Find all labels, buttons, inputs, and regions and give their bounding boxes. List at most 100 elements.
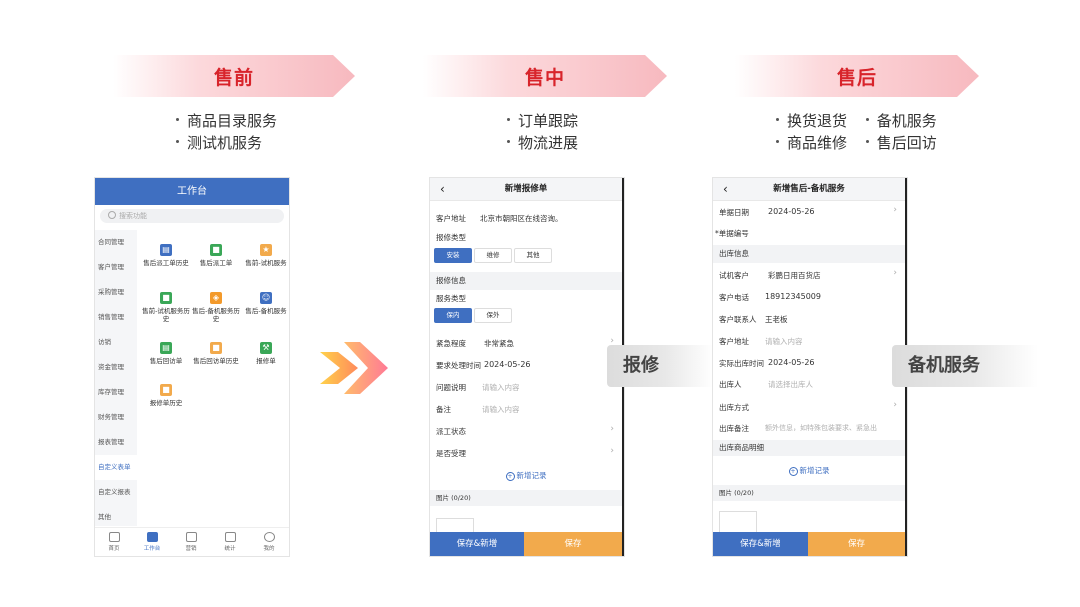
bullet-dot	[776, 140, 779, 143]
function-item[interactable]: ⚒ 报修单	[241, 342, 289, 365]
chevron-right-icon: ›	[610, 446, 614, 456]
function-item[interactable]: ■ 售后派工单	[191, 244, 241, 267]
field-label: 出库人	[719, 380, 742, 389]
plus-circle-icon: +	[505, 471, 515, 481]
add-record-button[interactable]: + 新增记录	[713, 465, 905, 476]
back-arrow-icon[interactable]: ‹	[440, 178, 445, 200]
save-and-new-button[interactable]: 保存&新增	[713, 532, 808, 556]
tab-mine[interactable]: 我的	[251, 532, 287, 552]
field-label: 报修类型	[436, 233, 466, 242]
field-label: 客户地址	[436, 214, 466, 223]
chevron-right-icon: ›	[893, 268, 897, 278]
home-icon	[108, 532, 120, 542]
sidebar-item[interactable]: 报表管理	[95, 430, 137, 455]
field-label: 备注	[436, 405, 451, 414]
sidebar-item[interactable]: 资金管理	[95, 355, 137, 380]
bullet-text: 订单跟踪	[518, 112, 579, 130]
sidebar-item[interactable]: 合同管理	[95, 230, 137, 255]
tool-icon: ⚒	[260, 342, 272, 354]
address-value: 北京市朝阳区在线咨询。	[480, 214, 563, 223]
function-item[interactable]: ■ 售后回访单历史	[191, 342, 241, 365]
images-section: 图片 (0/20)	[430, 490, 622, 506]
field-label: 紧急程度	[436, 339, 466, 348]
field-label: 客户联系人	[719, 315, 757, 324]
bullet-dot	[865, 140, 869, 143]
function-item[interactable]: ◈ 售后-备机服务历史	[191, 292, 241, 323]
outbound-person-select[interactable]: 请选择出库人	[768, 379, 813, 390]
function-item-label: 报修单历史	[149, 399, 183, 407]
bullet-text: 备机服务	[876, 112, 937, 130]
upload-image-button[interactable]	[719, 511, 757, 532]
tab-workbench[interactable]: 工作台	[134, 532, 170, 552]
sidebar-item[interactable]: 客户管理	[95, 255, 137, 280]
function-item-label: 售后回访单	[149, 357, 183, 365]
sidebar-item[interactable]: 访销	[95, 330, 137, 355]
workbench-screen: 工作台 搜索功能 合同管理 客户管理 采购管理 销售管理 访销 资金管理 库存管…	[95, 178, 289, 556]
trial-customer-value: 彩鹏日用百货店	[768, 271, 821, 280]
repair-type-repair[interactable]: 维修	[474, 248, 512, 263]
tab-stats[interactable]: 统计	[212, 532, 248, 552]
backup-service-form-screen: ‹ 新增售后-备机服务 单据日期 2024-05-26 › *单据编号 出库信息 试机…	[713, 178, 907, 556]
section-repair-info: 报修信息	[430, 272, 622, 290]
search-input[interactable]: 搜索功能	[100, 209, 284, 223]
deadline-value: 2024-05-26	[484, 360, 531, 369]
tab-label: 工作台	[143, 546, 161, 552]
function-item[interactable]: ▤ 售后回访单	[141, 342, 191, 365]
search-placeholder: 搜索功能	[119, 212, 147, 220]
customer-phone-value: 18912345009	[765, 292, 821, 301]
stage-banner-aftersale: 售后	[735, 55, 979, 97]
bottom-tab-bar: 首页 工作台 营销 统计 我的	[95, 527, 289, 556]
sidebar-item-custom-form[interactable]: 自定义表单	[95, 455, 137, 480]
sidebar-item[interactable]: 销售管理	[95, 305, 137, 330]
chevron-right-icon: ›	[893, 400, 897, 410]
form-action-bar: 保存&新增 保存	[430, 532, 622, 556]
function-item[interactable]: ★ 售前-试机服务	[241, 244, 289, 267]
double-chevron-arrow-icon	[320, 342, 388, 394]
sidebar-item[interactable]: 财务管理	[95, 405, 137, 430]
urgency-value: 非常紧急	[484, 339, 514, 348]
mail-icon	[185, 532, 197, 542]
customer-address-input[interactable]: 请输入内容	[765, 336, 803, 347]
service-type-in-warranty[interactable]: 保内	[434, 308, 472, 323]
save-button[interactable]: 保存	[524, 532, 622, 556]
tab-label: 营销	[185, 546, 197, 552]
bullet-dot	[176, 140, 179, 143]
stage-banner-insale: 售中	[423, 55, 667, 97]
bullet-text: 测试机服务	[187, 134, 263, 152]
function-item[interactable]: ☺ 售后-备机服务	[241, 292, 289, 315]
remark-input[interactable]: 请输入内容	[482, 404, 520, 415]
form-action-bar: 保存&新增 保存	[713, 532, 905, 556]
stage-title: 售前	[213, 67, 254, 89]
service-type-out-warranty[interactable]: 保外	[474, 308, 512, 323]
field-label: 试机客户	[719, 271, 749, 280]
add-record-label: 新增记录	[799, 466, 830, 475]
backup-service-tag: 备机服务	[892, 345, 1038, 387]
bullet-text: 商品目录服务	[187, 112, 278, 130]
function-item-label: 售前-试机服务	[245, 259, 287, 267]
sidebar-item[interactable]: 自定义报表	[95, 480, 137, 505]
problem-input[interactable]: 请输入内容	[482, 382, 520, 393]
aftersale-bullets: 换货退货 备机服务 商品维修 售后回访	[776, 110, 956, 154]
workbench-title: 工作台	[95, 178, 289, 205]
save-button[interactable]: 保存	[808, 532, 905, 556]
sidebar-item[interactable]: 库存管理	[95, 380, 137, 405]
tab-home[interactable]: 首页	[96, 532, 132, 552]
repair-type-install[interactable]: 安装	[434, 248, 472, 263]
form-title: 新增售后-备机服务	[773, 184, 845, 194]
function-item[interactable]: ▤ 售后派工单历史	[141, 244, 191, 267]
add-record-button[interactable]: + 新增记录	[430, 470, 622, 481]
tab-marketing[interactable]: 营销	[173, 532, 209, 552]
repair-type-other[interactable]: 其他	[514, 248, 552, 263]
outbound-remark-input[interactable]: 额外信息，如特殊包装要求、紧急出	[765, 423, 877, 433]
field-label: 问题说明	[436, 383, 466, 392]
function-item[interactable]: ■ 报修单历史	[141, 384, 191, 407]
form-title: 新增报修单	[504, 184, 548, 194]
save-and-new-button[interactable]: 保存&新增	[430, 532, 524, 556]
doc-icon: ■	[160, 292, 172, 304]
sidebar-item[interactable]: 采购管理	[95, 280, 137, 305]
function-item[interactable]: ■ 售前-试机服务历史	[141, 292, 191, 323]
back-arrow-icon[interactable]: ‹	[723, 178, 728, 200]
bullet-dot	[865, 118, 869, 121]
stage-title: 售中	[524, 67, 565, 89]
add-record-label: 新增记录	[516, 471, 547, 480]
